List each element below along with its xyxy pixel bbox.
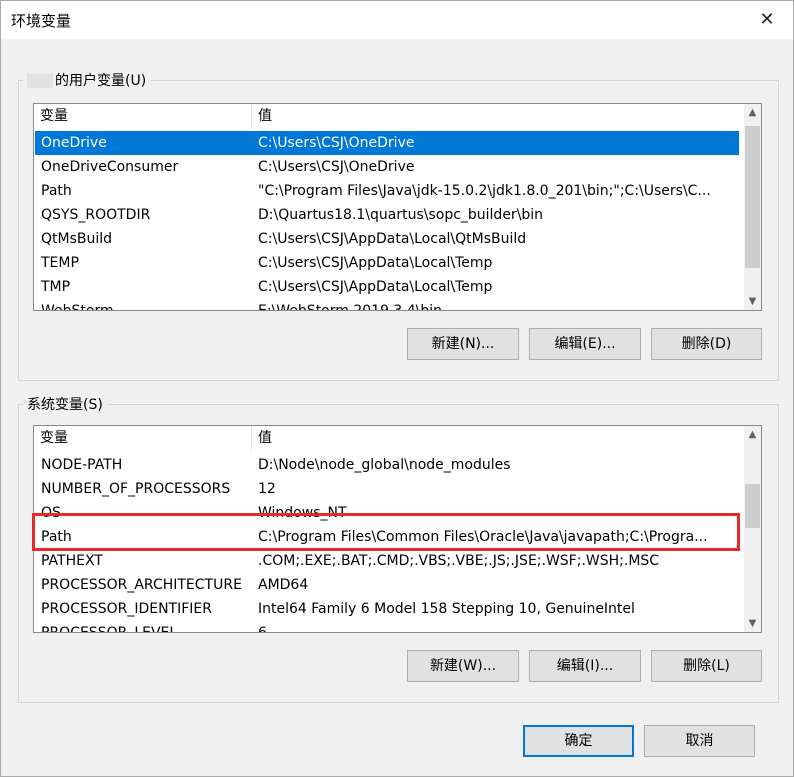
redacted-username (27, 74, 53, 88)
user-variables-legend: 的用户变量(U) (23, 70, 151, 90)
list-item[interactable]: QSYS_ROOTDIR D:\Quartus18.1\quartus\sopc_… (35, 203, 739, 227)
user-new-button[interactable]: 新建(N)... (407, 328, 519, 360)
title-bar[interactable]: 环境变量 ✕ (1, 1, 793, 39)
user-edit-button[interactable]: 编辑(E)... (529, 328, 641, 360)
user-delete-button[interactable]: 删除(D) (651, 328, 762, 360)
scroll-up-icon[interactable]: ▲ (744, 104, 761, 121)
list-item[interactable]: TMP C:\Users\CSJ\AppData\Local\Temp (35, 275, 739, 299)
system-new-button[interactable]: 新建(W)... (407, 650, 519, 682)
list-item[interactable]: PROCESSOR_IDENTIFIER Intel64 Family 6 Mod… (35, 597, 739, 621)
list-item[interactable]: OneDriveConsumer C:\Users\CSJ\OneDrive (35, 155, 739, 179)
vertical-scrollbar[interactable]: ▲ ▼ (744, 426, 761, 632)
column-header-value[interactable]: 值 (252, 104, 739, 129)
list-item[interactable]: Path C:\Program Files\Common Files\Oracle… (35, 525, 739, 549)
list-item[interactable]: OS Windows_NT (35, 501, 739, 525)
list-item[interactable]: OneDrive C:\Users\CSJ\OneDrive (35, 131, 739, 155)
column-header-variable[interactable]: 变量 (34, 104, 252, 129)
system-variables-legend: 系统变量(S) (23, 394, 107, 414)
scroll-thumb[interactable] (745, 484, 760, 528)
list-item[interactable]: TEMP C:\Users\CSJ\AppData\Local\Temp (35, 251, 739, 275)
list-item[interactable]: QtMsBuild C:\Users\CSJ\AppData\Local\QtMs… (35, 227, 739, 251)
window-title: 环境变量 (11, 12, 72, 30)
system-delete-button[interactable]: 删除(L) (651, 650, 762, 682)
environment-variables-dialog: 环境变量 ✕ 的用户变量(U) 变量 值 OneDrive C:\Users\CS… (0, 0, 794, 777)
scroll-down-icon[interactable]: ▼ (744, 293, 761, 310)
list-item[interactable]: PROCESSOR_ARCHITECTURE AMD64 (35, 573, 739, 597)
user-variables-label: 的用户变量(U) (55, 73, 147, 89)
cancel-button[interactable]: 取消 (644, 725, 755, 757)
ok-button[interactable]: 确定 (523, 725, 634, 757)
scroll-down-icon[interactable]: ▼ (744, 615, 761, 632)
list-item[interactable]: Path "C:\Program Files\Java\jdk-15.0.2\jd… (35, 179, 739, 203)
list-item[interactable]: NUMBER_OF_PROCESSORS 12 (35, 477, 739, 501)
vertical-scrollbar[interactable]: ▲ ▼ (744, 104, 761, 310)
close-icon[interactable]: ✕ (747, 5, 787, 35)
column-header-value[interactable]: 值 (252, 426, 739, 451)
list-item[interactable]: PATHEXT .COM;.EXE;.BAT;.CMD;.VBS;.VBE;.JS… (35, 549, 739, 573)
system-variables-list[interactable]: 变量 值 NODE-PATH D:\Node\node_global\node_m… (33, 425, 762, 633)
user-variables-list[interactable]: 变量 值 OneDrive C:\Users\CSJ\OneDrive OneDr… (33, 103, 762, 311)
list-item[interactable]: NODE-PATH D:\Node\node_global\node_module… (35, 453, 739, 477)
scroll-thumb[interactable] (745, 126, 760, 268)
list-header: 变量 值 (34, 104, 739, 129)
scroll-up-icon[interactable]: ▲ (744, 426, 761, 443)
list-item[interactable]: WebStorm E:\WebStorm 2019.3.4\bin (35, 299, 739, 310)
list-item[interactable]: PROCESSOR_LEVEL 6 (35, 621, 739, 632)
list-header: 变量 值 (34, 426, 739, 451)
system-edit-button[interactable]: 编辑(I)... (529, 650, 641, 682)
column-header-variable[interactable]: 变量 (34, 426, 252, 451)
